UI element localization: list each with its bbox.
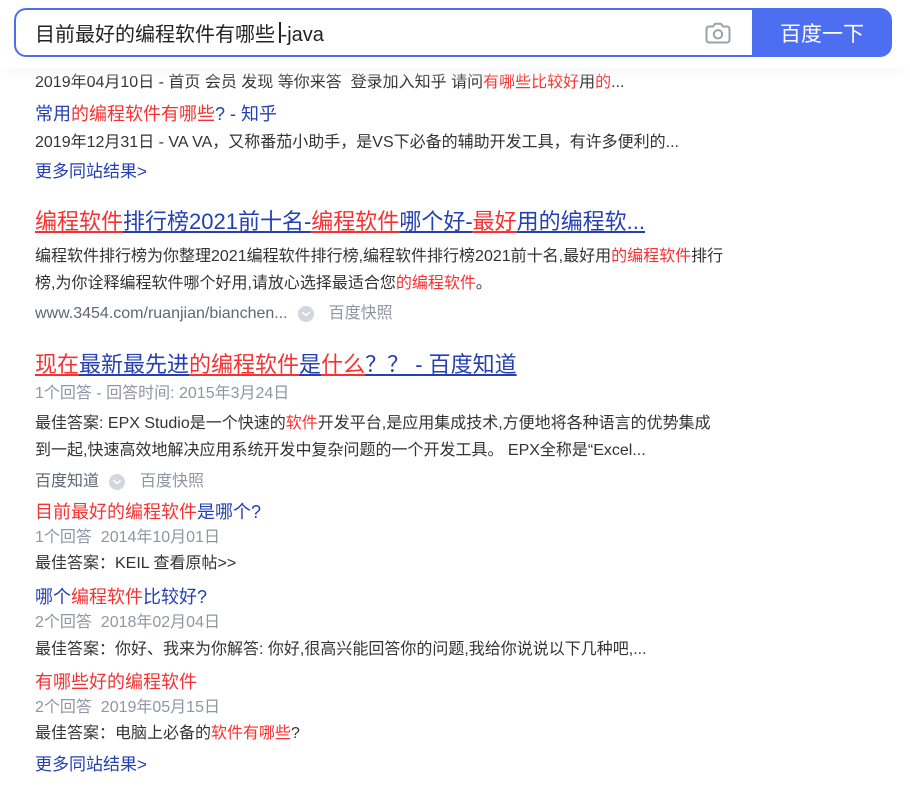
search-box[interactable] xyxy=(14,8,752,57)
highlighted-keyword[interactable]: 有哪些好的编程软件 xyxy=(35,672,197,692)
related-question-answer: 最佳答案：KEIL 查看原帖>> xyxy=(35,552,236,576)
related-question-answer: 最佳答案：你好、我来为你解答: 你好,很高兴能回答你的问题,我给你说说以下几种吧… xyxy=(35,638,647,662)
highlighted-keyword[interactable]: 最好 xyxy=(473,209,517,234)
highlighted-keyword[interactable]: 什么 xyxy=(321,352,365,377)
related-question-title-link[interactable]: 目前最好的编程软件是哪个? xyxy=(35,499,261,525)
highlighted-keyword[interactable]: 编程软件 xyxy=(71,587,143,607)
result-meta: 1个回答 - 回答时间: 2015年3月24日 xyxy=(35,385,290,402)
text-segment[interactable]: 哪个 xyxy=(35,587,71,607)
text-segment: 编程软件排行榜为你整理2021编程软件排行榜,编程软件排行榜2021前十名,最好… xyxy=(35,248,612,265)
related-question-meta: 2个回答 2018年02月04日 xyxy=(35,614,220,631)
camera-lens-shape xyxy=(712,29,724,40)
result-snippet-line: 最佳答案: EPX Studio是一个快速的软件开发平台,是应用集成技术,方便地… xyxy=(35,412,711,436)
text-segment[interactable]: 排行榜2021前十名- xyxy=(123,209,311,234)
result-snippet-line: 编程软件排行榜为你整理2021编程软件排行榜,编程软件排行榜2021前十名,最好… xyxy=(35,245,723,269)
text-segment: 到一起,快速高效地解决应用系统开发中复杂问题的一个开发工具。 EPX全称是“Ex… xyxy=(35,442,646,459)
icon-circle-shape xyxy=(297,306,314,322)
icon-circle-shape xyxy=(109,474,126,490)
search-result-zhihu: 2019年04月10日 - 首页 会员 发现 等你来答 登录加入知乎 请问有哪些… xyxy=(35,71,895,186)
camera-body-shape xyxy=(705,22,731,44)
text-segment: 最佳答案: EPX Studio是一个快速的 xyxy=(35,415,286,432)
related-question: 目前最好的编程软件是哪个? 1个回答 2014年10月01日 最佳答案：KEIL… xyxy=(35,499,895,579)
search-result-zhidao: 现在最新最先进的编程软件是什么？？ - 百度知道 1个回答 - 回答时间: 20… xyxy=(35,350,895,780)
text-segment[interactable]: 比较好? xyxy=(143,587,207,607)
related-question: 有哪些好的编程软件 2个回答 2019年05月15日 最佳答案：电脑上必备的软件… xyxy=(35,669,895,749)
more-site-results-link[interactable]: 更多同站结果> xyxy=(35,160,147,184)
more-site-results-link[interactable]: 更多同站结果> xyxy=(35,753,147,777)
text-segment[interactable]: ? - 知乎 xyxy=(215,104,277,124)
text-segment[interactable]: 是 xyxy=(299,352,321,377)
highlighted-keyword[interactable]: 编程软件 xyxy=(311,209,399,234)
text-segment: 排行 xyxy=(691,248,724,265)
related-result-title-link[interactable]: 常用的编程软件有哪些? - 知乎 xyxy=(35,101,277,127)
text-segment[interactable]: 哪个好- xyxy=(399,209,472,234)
highlighted-keyword: 软件有哪些 xyxy=(211,725,292,742)
text-segment[interactable]: ？？ - 百度知道 xyxy=(365,352,517,377)
snapshot-link[interactable]: 百度快照 xyxy=(140,470,204,494)
text-caret xyxy=(279,22,281,43)
search-input[interactable] xyxy=(35,10,675,55)
related-questions-list: 目前最好的编程软件是哪个? 1个回答 2014年10月01日 最佳答案：KEIL… xyxy=(35,499,895,749)
related-result-snippet: 2019年12月31日 - VA VA，又称番茄小助手，是VS下必备的辅助开发工… xyxy=(35,134,679,151)
result-snippet-line: 到一起,快速高效地解决应用系统开发中复杂问题的一个开发工具。 EPX全称是“Ex… xyxy=(35,439,646,463)
related-question-meta: 1个回答 2014年10月01日 xyxy=(35,529,220,546)
text-segment[interactable]: 常用 xyxy=(35,104,71,124)
search-result-ranking: 编程软件排行榜2021前十名-编程软件哪个好-最好用的编程软... 编程软件排行… xyxy=(35,207,895,327)
search-form: 百度一下 xyxy=(14,8,892,57)
text-segment[interactable]: 最新最先进 xyxy=(79,352,189,377)
related-question-answer: 最佳答案：电脑上必备的软件有哪些? xyxy=(35,722,300,746)
search-results: 2019年04月10日 - 首页 会员 发现 等你来答 登录加入知乎 请问有哪些… xyxy=(35,0,895,800)
result-snippet-line: 榜,为你诠释编程软件哪个好用,请放心选择最适合您的编程软件。 xyxy=(35,272,492,296)
highlighted-keyword[interactable]: 的编程软件 xyxy=(189,352,299,377)
result-source-row: www.3454.com/ruanjian/bianchen... 百度快照 xyxy=(35,302,393,326)
text-segment: 最佳答案：你好、我来为你解答: 你好,很高兴能回答你的问题,我给你说说以下几种吧… xyxy=(35,641,647,658)
chevron-down-circle-icon[interactable] xyxy=(297,306,314,322)
highlighted-keyword: 的编程软件 xyxy=(395,275,476,292)
chevron-down-circle-icon[interactable] xyxy=(109,474,126,490)
camera-icon[interactable] xyxy=(705,22,731,44)
related-question-title-link[interactable]: 有哪些好的编程软件 xyxy=(35,669,197,695)
result-title-link[interactable]: 编程软件排行榜2021前十名-编程软件哪个好-最好用的编程软... xyxy=(35,207,645,237)
text-segment: ? xyxy=(291,725,300,742)
text-segment: 。 xyxy=(475,275,492,292)
highlighted-keyword[interactable]: 目前最好的编程软件 xyxy=(35,502,197,522)
highlighted-keyword: 软件 xyxy=(285,415,318,432)
snapshot-link[interactable]: 百度快照 xyxy=(329,302,393,326)
result-title-link[interactable]: 现在最新最先进的编程软件是什么？？ - 百度知道 xyxy=(35,350,517,380)
search-header: 百度一下 xyxy=(0,0,910,80)
text-segment: 最佳答案：KEIL 查看原帖>> xyxy=(35,555,237,572)
text-segment[interactable]: 用的编程软... xyxy=(517,209,645,234)
result-source-link[interactable]: 百度知道 xyxy=(35,470,99,494)
related-question-meta: 2个回答 2019年05月15日 xyxy=(35,699,220,716)
related-question: 哪个编程软件比较好? 2个回答 2018年02月04日 最佳答案：你好、我来为你… xyxy=(35,584,895,664)
result-url[interactable]: www.3454.com/ruanjian/bianchen... xyxy=(35,302,288,326)
text-segment: 最佳答案：电脑上必备的 xyxy=(35,725,212,742)
highlighted-keyword: 的编程软件 xyxy=(611,248,692,265)
text-segment: 榜,为你诠释编程软件哪个好用,请放心选择最适合您 xyxy=(35,275,396,292)
result-source-row: 百度知道 百度快照 xyxy=(35,470,204,494)
related-question-title-link[interactable]: 哪个编程软件比较好? xyxy=(35,584,207,610)
highlighted-keyword[interactable]: 现在 xyxy=(35,352,79,377)
search-button[interactable]: 百度一下 xyxy=(752,8,892,57)
highlighted-keyword[interactable]: 的编程软件有哪些 xyxy=(71,104,215,124)
highlighted-keyword[interactable]: 编程软件 xyxy=(35,209,123,234)
text-segment[interactable]: 是哪个? xyxy=(197,502,261,522)
text-segment: 开发平台,是应用集成技术,方便地将各种语言的优势集成 xyxy=(317,415,711,432)
